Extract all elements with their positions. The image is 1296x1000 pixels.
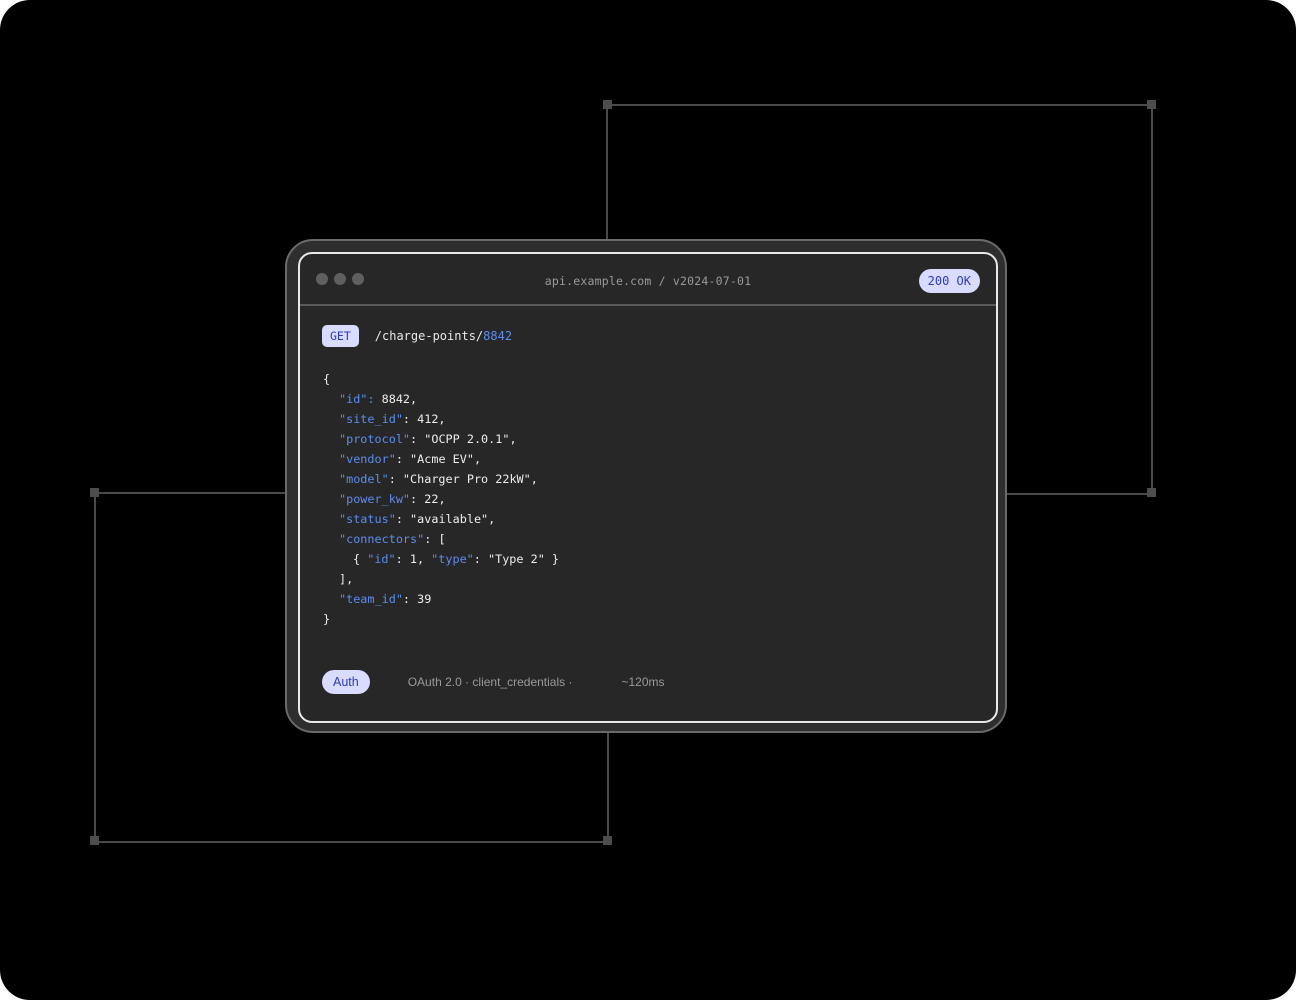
json-key: "site_id" (339, 412, 403, 426)
json-value: : "available", (395, 512, 496, 526)
json-value: : "Type 2" } (473, 552, 560, 566)
json-key: "status" (339, 512, 396, 526)
json-value: : "Charger Pro 22kW", (388, 472, 538, 486)
frame-handle[interactable] (1147, 100, 1156, 109)
json-key: "team_id" (339, 592, 403, 606)
json-key: "model" (339, 472, 389, 486)
json-value: : 1, (395, 552, 432, 566)
code-line: { (323, 369, 559, 389)
json-key: "id": (339, 392, 375, 406)
json-value: } (323, 612, 331, 626)
code-line: "model": "Charger Pro 22kW", (323, 469, 559, 489)
request-path-id: 8842 (483, 329, 513, 343)
json-value: { (323, 372, 331, 386)
code-line: "vendor": "Acme EV", (323, 449, 559, 469)
code-line: "site_id": 412, (323, 409, 559, 429)
json-key: "connectors" (339, 532, 425, 546)
frame-handle[interactable] (603, 100, 612, 109)
api-window: api.example.com / v2024-07-01 200 OK GET… (298, 252, 998, 723)
json-key: "type" (431, 552, 474, 566)
code-line: "power_kw": 22, (323, 489, 559, 509)
auth-badge[interactable]: Auth (322, 670, 370, 694)
code-line: ], (323, 569, 559, 589)
json-key: "vendor" (339, 452, 396, 466)
response-json: {"id": 8842, "site_id": 412, "protocol": "… (323, 369, 559, 629)
frame-handle[interactable] (1147, 488, 1156, 497)
code-line: "team_id": 39 (323, 589, 559, 609)
auth-detail: OAuth 2.0 · client_credentials · (407, 675, 573, 689)
json-value: : [ (424, 532, 446, 546)
json-value: : "Acme EV", (395, 452, 482, 466)
window-titlebar: api.example.com / v2024-07-01 200 OK (300, 254, 996, 306)
code-line: "connectors": [ (323, 529, 559, 549)
request-path-prefix: /charge-points/ (374, 329, 484, 343)
json-key: "protocol" (339, 432, 411, 446)
latency-label: ~120ms (621, 675, 665, 689)
json-key: "id" (367, 552, 396, 566)
json-value: ], (339, 572, 354, 586)
http-method-badge: GET (322, 325, 359, 347)
code-line: "id": 8842, (323, 389, 559, 409)
request-footer: Auth OAuth 2.0 · client_credentials · ~1… (322, 670, 665, 694)
frame-handle[interactable] (90, 488, 99, 497)
json-value: : 22, (410, 492, 446, 506)
code-line: "status": "available", (323, 509, 559, 529)
code-line: { "id": 1, "type": "Type 2" } (323, 549, 559, 569)
json-value: : "OCPP 2.0.1", (410, 432, 517, 446)
json-key: "power_kw" (339, 492, 411, 506)
canvas-background: api.example.com / v2024-07-01 200 OK GET… (0, 0, 1296, 1000)
window-title: api.example.com / v2024-07-01 (544, 274, 752, 288)
json-value: { (353, 552, 368, 566)
frame-handle[interactable] (603, 836, 612, 845)
request-line: GET /charge-points/8842 (322, 325, 512, 347)
code-line: "protocol": "OCPP 2.0.1", (323, 429, 559, 449)
code-line: } (323, 609, 559, 629)
status-badge: 200 OK (918, 269, 980, 293)
json-value: : 412, (402, 412, 446, 426)
request-path[interactable]: /charge-points/8842 (375, 329, 512, 343)
frame-handle[interactable] (90, 836, 99, 845)
json-value: : 39 (402, 592, 432, 606)
json-value: 8842, (374, 392, 418, 406)
